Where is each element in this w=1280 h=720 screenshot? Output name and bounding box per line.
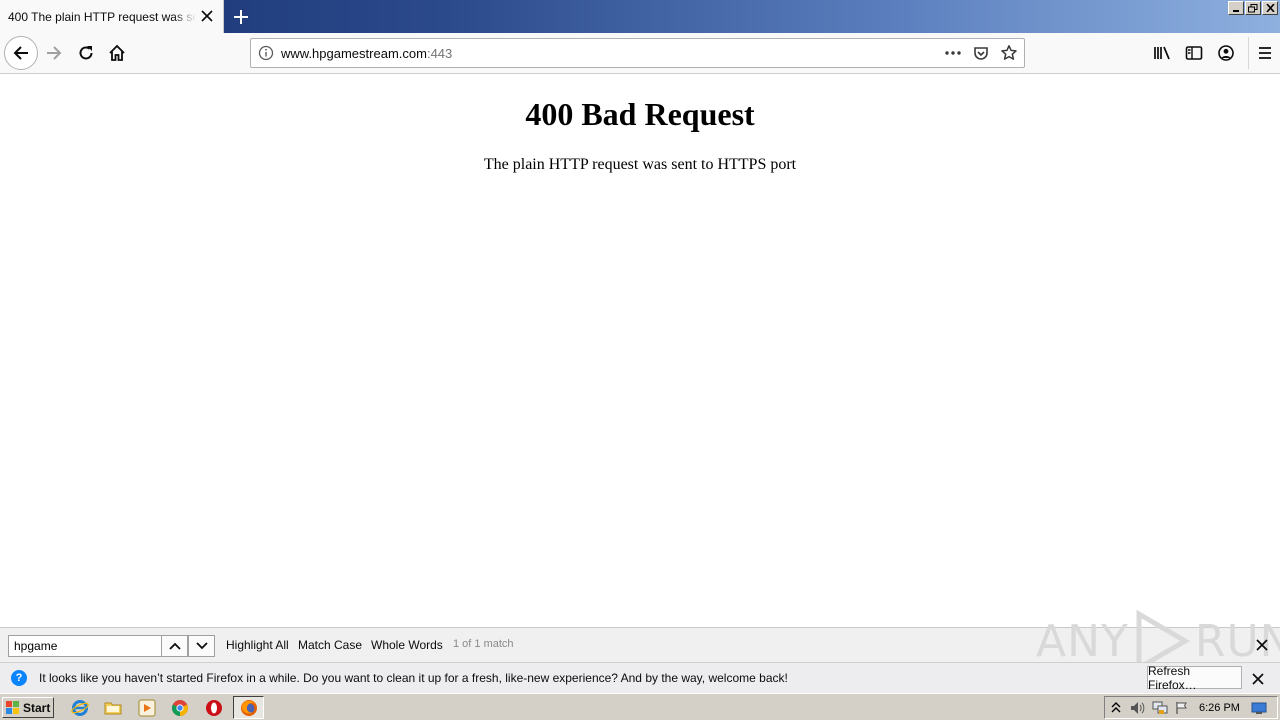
clock[interactable]: 6:26 PM bbox=[1199, 702, 1240, 714]
flag-icon[interactable] bbox=[1171, 698, 1193, 718]
notification-bar: ? It looks like you haven’t started Fire… bbox=[0, 662, 1280, 693]
page-message: The plain HTTP request was sent to HTTPS… bbox=[483, 156, 797, 173]
desktop-icon[interactable] bbox=[1248, 698, 1270, 718]
find-previous-button[interactable] bbox=[161, 635, 188, 657]
sidebar-icon[interactable] bbox=[1178, 37, 1210, 69]
forward-arrow-icon bbox=[47, 46, 62, 60]
pocket-icon[interactable] bbox=[970, 42, 992, 64]
navigation-toolbar: www.hpgamestream.com:443 bbox=[0, 33, 1280, 74]
home-button[interactable] bbox=[101, 37, 133, 69]
url-actions bbox=[942, 39, 1020, 67]
close-icon[interactable] bbox=[1250, 671, 1266, 687]
find-status: 1 of 1 match bbox=[453, 638, 514, 650]
home-icon bbox=[109, 44, 125, 61]
reload-icon bbox=[79, 46, 93, 60]
system-tray: 6:26 PM bbox=[1104, 696, 1278, 719]
notification-text: It looks like you haven’t started Firefo… bbox=[39, 671, 788, 685]
find-input[interactable] bbox=[8, 635, 162, 657]
reload-button[interactable] bbox=[70, 37, 102, 69]
tab-strip: 400 The plain HTTP request was sent to H… bbox=[0, 0, 1280, 33]
start-label: Start bbox=[23, 700, 51, 715]
chevron-up-icon[interactable] bbox=[1105, 698, 1127, 718]
info-icon[interactable] bbox=[251, 39, 281, 67]
url-port: :443 bbox=[426, 45, 453, 61]
account-icon[interactable] bbox=[1210, 37, 1242, 69]
highlight-all-checkbox[interactable]: Highlight All bbox=[226, 638, 289, 652]
minimize-button[interactable] bbox=[1228, 1, 1244, 15]
page-content: 400 Bad Request The plain HTTP request w… bbox=[0, 74, 1280, 627]
url-text[interactable]: www.hpgamestream.com:443 bbox=[281, 46, 452, 61]
volume-icon[interactable] bbox=[1127, 698, 1149, 718]
more-icon[interactable] bbox=[942, 42, 964, 64]
media-player-icon[interactable] bbox=[137, 698, 157, 718]
find-next-button[interactable] bbox=[188, 635, 215, 657]
opera-icon[interactable] bbox=[204, 698, 224, 718]
close-icon[interactable] bbox=[199, 8, 215, 24]
tab-title: 400 The plain HTTP request was sent to H… bbox=[8, 9, 196, 24]
url-bar[interactable]: www.hpgamestream.com:443 bbox=[250, 38, 1025, 68]
close-icon[interactable] bbox=[1254, 637, 1270, 653]
find-bar: ANY RUN Highlight All Match Case Whole W… bbox=[0, 610, 1280, 672]
folder-icon[interactable] bbox=[103, 698, 123, 718]
back-button[interactable] bbox=[4, 36, 38, 70]
window-controls bbox=[1228, 1, 1278, 15]
help-icon: ? bbox=[11, 670, 27, 686]
chrome-icon[interactable] bbox=[170, 698, 190, 718]
refresh-firefox-button[interactable]: Refresh Firefox… bbox=[1147, 664, 1242, 692]
menu-icon[interactable] bbox=[1248, 37, 1280, 69]
plus-icon bbox=[234, 10, 248, 24]
network-icon[interactable] bbox=[1149, 698, 1171, 718]
start-button[interactable]: Start bbox=[2, 697, 54, 718]
whole-words-checkbox[interactable]: Whole Words bbox=[371, 638, 443, 652]
tab-active[interactable]: 400 The plain HTTP request was sent to H… bbox=[0, 0, 224, 33]
match-case-checkbox[interactable]: Match Case bbox=[298, 638, 362, 652]
firefox-icon bbox=[240, 699, 257, 716]
toolbar-right bbox=[1146, 37, 1280, 69]
ie-icon[interactable] bbox=[70, 698, 90, 718]
back-arrow-icon bbox=[13, 46, 28, 60]
windows-logo-icon bbox=[6, 700, 19, 714]
restore-button[interactable] bbox=[1245, 1, 1261, 15]
chevron-down-icon bbox=[195, 642, 208, 650]
library-icon[interactable] bbox=[1146, 37, 1178, 69]
url-host: www.hpgamestream.com bbox=[281, 45, 427, 61]
forward-button[interactable] bbox=[38, 37, 70, 69]
page-heading: 400 Bad Request bbox=[525, 96, 755, 132]
chevron-up-icon bbox=[168, 642, 181, 650]
star-icon[interactable] bbox=[998, 42, 1020, 64]
taskbar: Start 6:26 PM bbox=[0, 693, 1280, 720]
firefox-taskbar-button[interactable] bbox=[233, 696, 264, 719]
window-close-button[interactable] bbox=[1262, 1, 1278, 15]
new-tab-button[interactable] bbox=[230, 6, 252, 28]
